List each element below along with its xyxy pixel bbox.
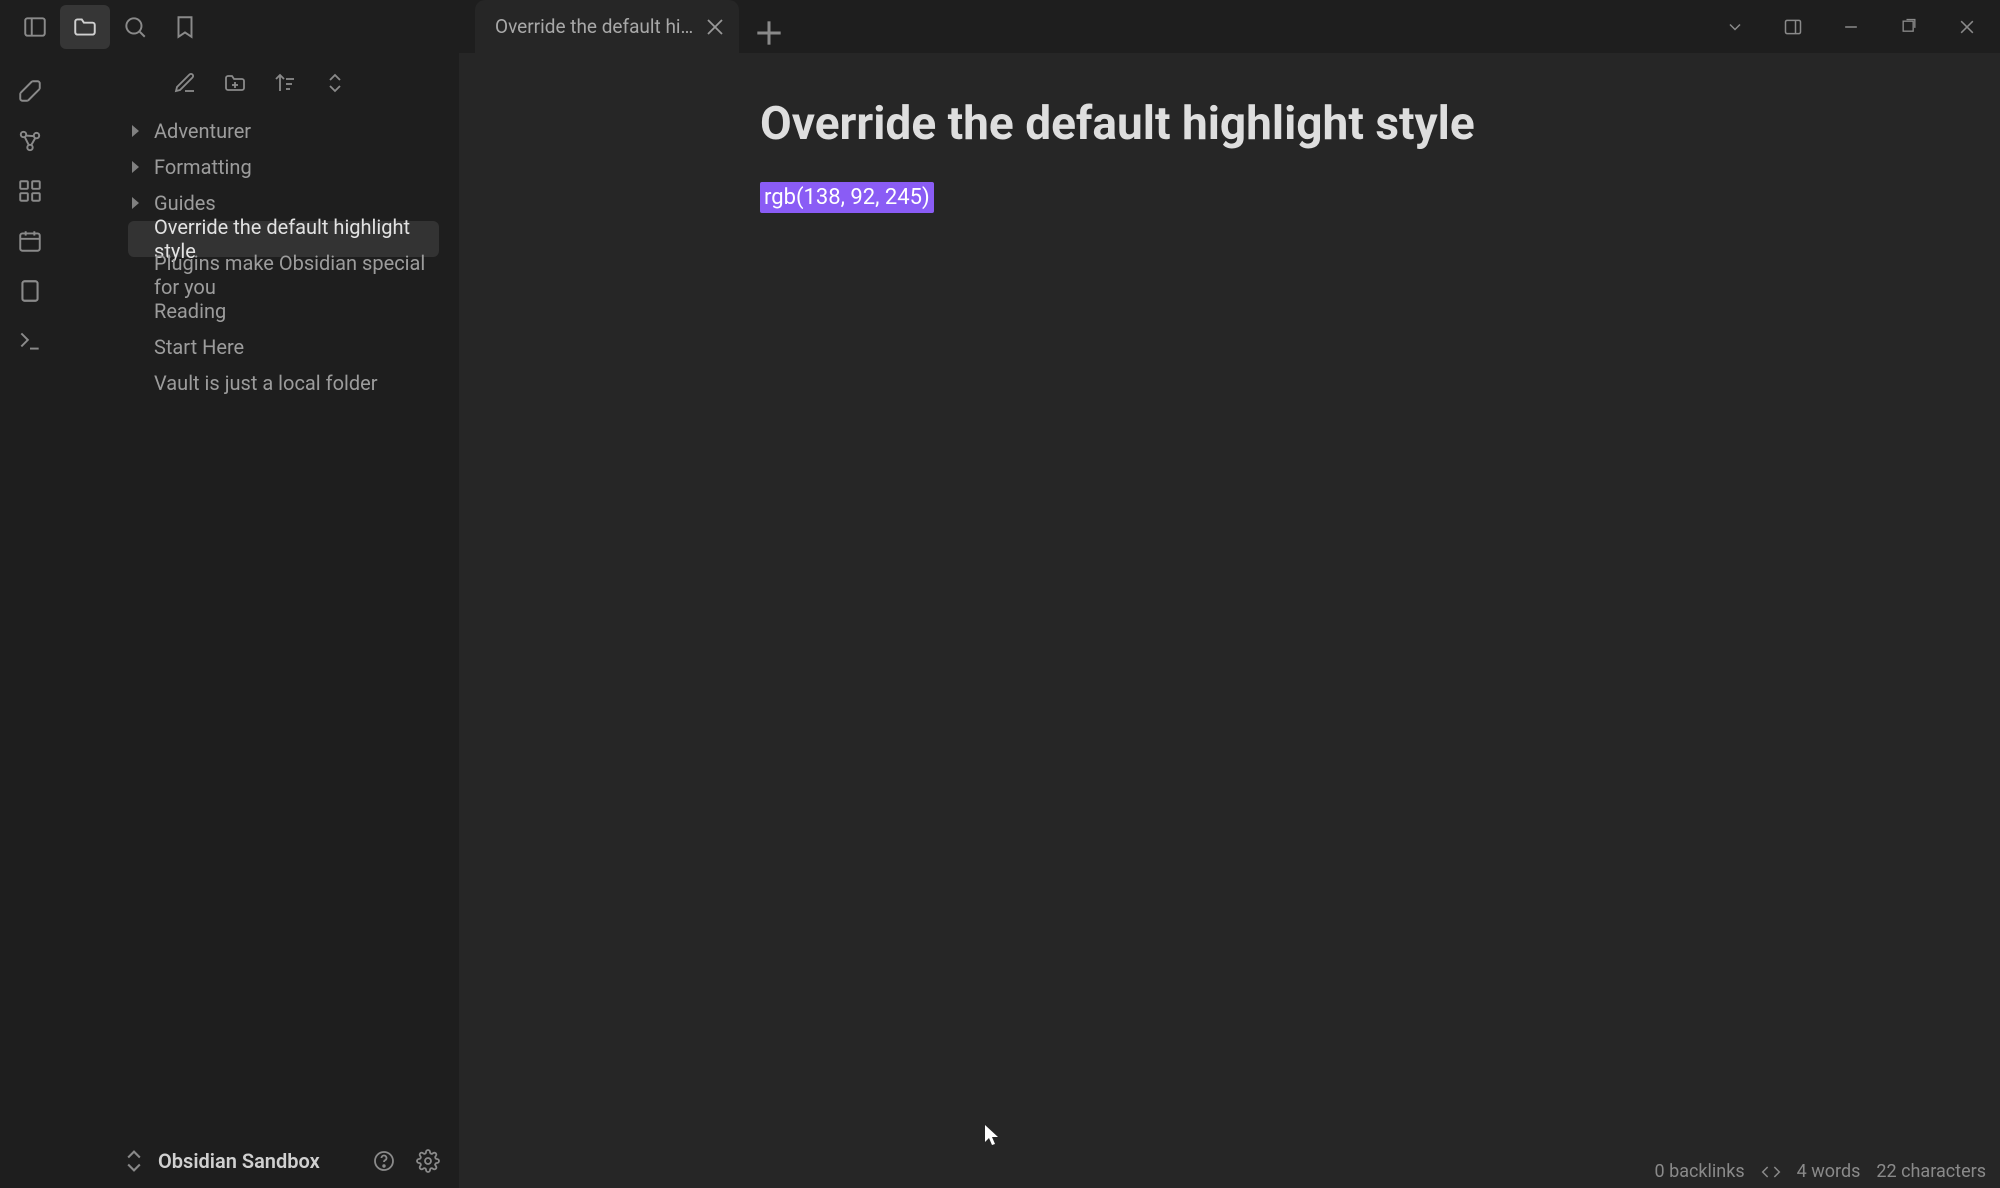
mouse-cursor-icon — [985, 1125, 1001, 1147]
command-palette-icon[interactable] — [12, 323, 48, 359]
folder-label: Formatting — [154, 155, 252, 179]
bookmarks-tab-button[interactable] — [160, 5, 210, 49]
note-title[interactable]: Override the default highlight style — [760, 97, 1700, 151]
folder-adventurer[interactable]: Adventurer — [128, 113, 439, 149]
graph-view-icon[interactable] — [12, 123, 48, 159]
window-minimize-button[interactable] — [1822, 2, 1880, 52]
tab-title: Override the default highli… — [495, 15, 695, 38]
status-words-text: 4 words — [1797, 1161, 1861, 1182]
expand-right-sidebar-button[interactable] — [1764, 2, 1822, 52]
close-tab-button[interactable] — [703, 15, 727, 39]
folder-label: Adventurer — [154, 119, 251, 143]
folder-label: Guides — [154, 191, 216, 215]
ribbon — [0, 53, 60, 1188]
canvas-icon[interactable] — [12, 173, 48, 209]
status-characters-text: 22 characters — [1876, 1161, 1986, 1182]
editor-pane: Override the default highlight style rgb… — [460, 53, 2000, 1188]
note-body[interactable]: rgb(138, 92, 245) — [760, 185, 1700, 210]
status-backlinks-text: 0 backlinks — [1655, 1161, 1745, 1182]
tab-dropdown-button[interactable] — [1706, 2, 1764, 52]
titlebar: Override the default highli… — [0, 0, 2000, 53]
help-icon[interactable] — [367, 1144, 401, 1178]
window-close-button[interactable] — [1938, 2, 1996, 52]
daily-note-icon[interactable] — [12, 223, 48, 259]
status-backlinks[interactable]: 0 backlinks — [1655, 1161, 1745, 1182]
new-note-button[interactable] — [165, 63, 205, 103]
collapse-left-sidebar-button[interactable] — [10, 5, 60, 49]
file-start-here[interactable]: Start Here — [128, 329, 439, 365]
file-label: Plugins make Obsidian special for you — [154, 251, 439, 299]
vault-name[interactable]: Obsidian Sandbox — [158, 1149, 357, 1173]
file-plugins-special[interactable]: Plugins make Obsidian special for you — [128, 257, 439, 293]
collapse-expand-button[interactable] — [315, 63, 355, 103]
settings-icon[interactable] — [411, 1144, 445, 1178]
templates-icon[interactable] — [12, 273, 48, 309]
new-folder-button[interactable] — [215, 63, 255, 103]
files-tab-button[interactable] — [60, 5, 110, 49]
status-characters[interactable]: 22 characters — [1876, 1161, 1986, 1182]
sidebar-footer: Obsidian Sandbox — [60, 1134, 459, 1188]
vault-switcher-icon[interactable] — [120, 1147, 148, 1175]
status-words[interactable]: 4 words — [1797, 1161, 1861, 1182]
folder-formatting[interactable]: Formatting — [128, 149, 439, 185]
file-tree: Adventurer Formatting Guides Override th… — [60, 113, 459, 1134]
file-vault-local-folder[interactable]: Vault is just a local folder — [128, 365, 439, 401]
search-tab-button[interactable] — [110, 5, 160, 49]
tab-override-highlight[interactable]: Override the default highli… — [475, 0, 739, 53]
file-reading[interactable]: Reading — [128, 293, 439, 329]
quick-switcher-icon[interactable] — [12, 73, 48, 109]
tab-bar: Override the default highli… — [475, 0, 789, 53]
file-label: Start Here — [154, 335, 244, 359]
file-label: Vault is just a local folder — [154, 371, 378, 395]
sidebar: Adventurer Formatting Guides Override th… — [60, 53, 460, 1188]
highlighted-text[interactable]: rgb(138, 92, 245) — [760, 182, 934, 213]
new-tab-button[interactable] — [749, 13, 789, 53]
status-mode-icon[interactable] — [1761, 1162, 1781, 1182]
file-label: Reading — [154, 299, 226, 323]
status-bar: 0 backlinks 4 words 22 characters — [1655, 1161, 1987, 1182]
sort-button[interactable] — [265, 63, 305, 103]
window-maximize-button[interactable] — [1880, 2, 1938, 52]
